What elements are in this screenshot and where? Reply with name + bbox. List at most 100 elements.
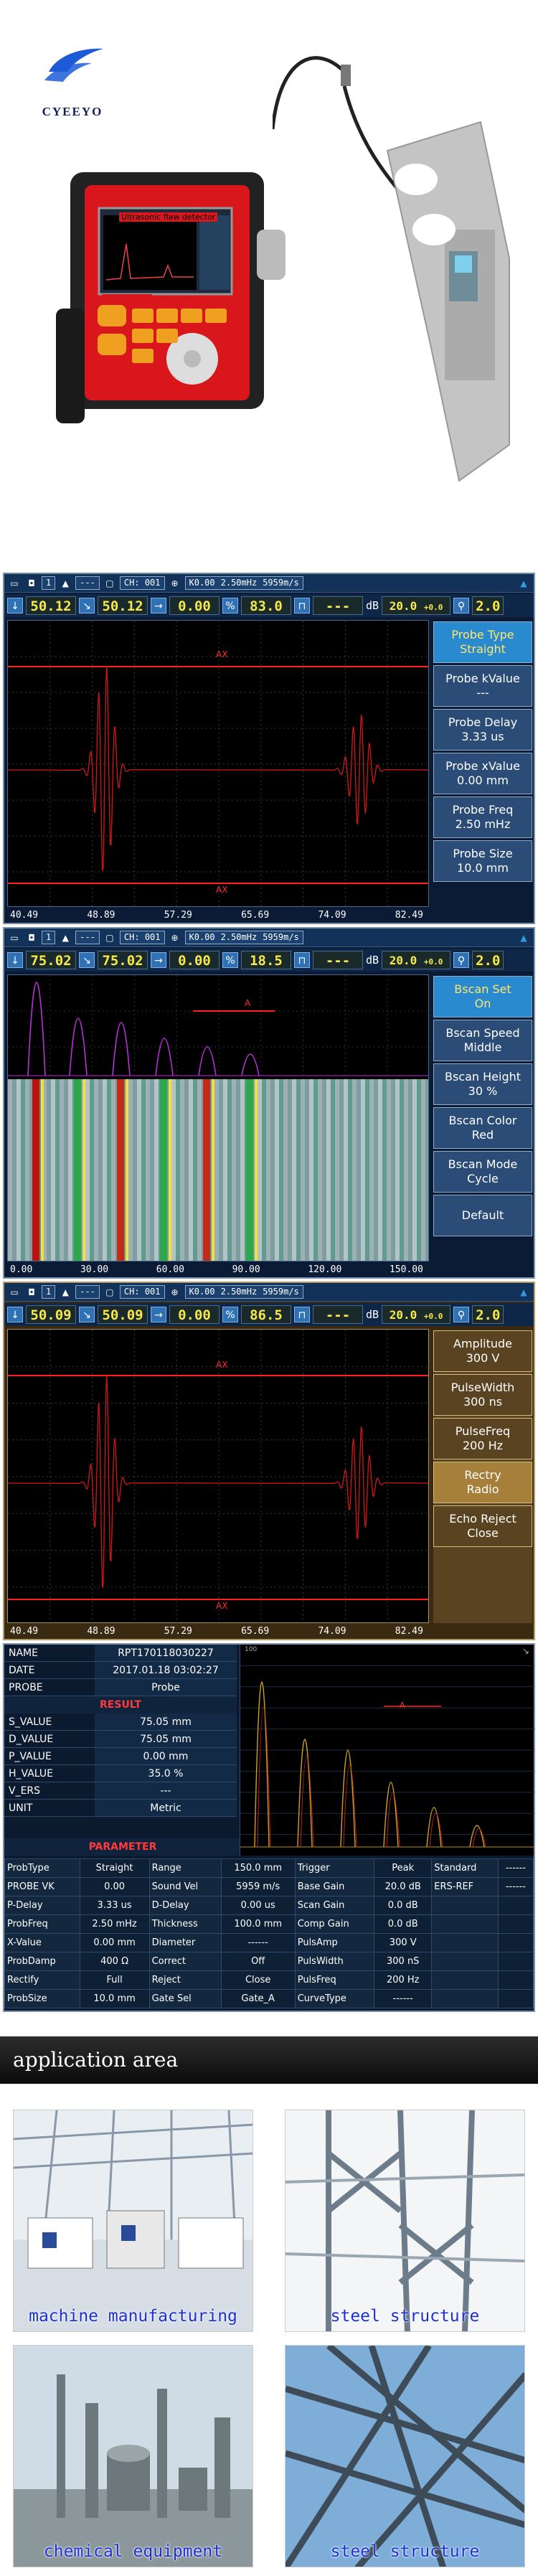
x-axis: 40.49 48.89 57.29 65.69 74.09 82.49 bbox=[4, 1626, 429, 1639]
menu-bscan-height[interactable]: Bscan Height 30 % bbox=[433, 1063, 532, 1105]
readout-s: 50.09 bbox=[26, 1305, 76, 1324]
result-row: D_VALUE 75.05 mm bbox=[4, 1731, 237, 1748]
readout-ers: --- bbox=[313, 596, 363, 615]
battery-icon: ▭ bbox=[10, 1287, 19, 1297]
tick-label: 57.29 bbox=[164, 1626, 192, 1637]
echo-peak bbox=[297, 1739, 313, 1848]
page-count: 1 bbox=[42, 1285, 56, 1299]
menu-bscan-set[interactable]: Bscan Set On bbox=[433, 976, 532, 1017]
menu-echo-reject[interactable]: Echo Reject Close bbox=[433, 1505, 532, 1547]
tick-label: 82.49 bbox=[395, 1626, 423, 1637]
parameter-value: 5959 m/s bbox=[220, 1877, 296, 1896]
tick-label: 40.49 bbox=[10, 1626, 39, 1637]
bscan-column bbox=[146, 1079, 150, 1261]
bscan-column bbox=[326, 1079, 331, 1261]
bscan-column bbox=[352, 1079, 357, 1261]
diagonal-icon: ↘ bbox=[79, 598, 95, 614]
parameter-row: PROBE VK 0.00 Sound Vel 5959 m/s Base Gain 20… bbox=[4, 1877, 534, 1896]
echo-peak bbox=[241, 1053, 260, 1076]
parameter-name: ProbType bbox=[4, 1858, 80, 1878]
tick-label: 40.49 bbox=[10, 910, 39, 921]
device-screen-title: Ultrasonic flaw detector bbox=[119, 212, 218, 222]
probe-velocity: 5959m/s bbox=[263, 932, 299, 942]
probe-velocity: 5959m/s bbox=[263, 578, 299, 588]
readout-h: 18.5 bbox=[241, 951, 291, 969]
photo-caption: machine manufacturing bbox=[29, 2307, 237, 2326]
expand-icon[interactable]: ↘ bbox=[522, 1646, 529, 1656]
up-arrow-icon: ▲ bbox=[520, 578, 527, 588]
parameter-value: Off bbox=[220, 1952, 296, 1971]
parameter-value: 0.00 us bbox=[220, 1896, 296, 1915]
parameter-name: Base Gain bbox=[294, 1877, 375, 1896]
tick-label: 90.00 bbox=[232, 1264, 260, 1275]
parameter-value: 300 V bbox=[374, 1933, 433, 1952]
bscan-column bbox=[374, 1079, 378, 1261]
menu-bscan-speed[interactable]: Bscan Speed Middle bbox=[433, 1020, 532, 1061]
menu-pulse-freq[interactable]: PulseFreq 200 Hz bbox=[433, 1418, 532, 1459]
brand-logo bbox=[42, 43, 108, 86]
diagonal-icon: ↘ bbox=[79, 1307, 95, 1322]
parameter-value bbox=[497, 1933, 534, 1952]
probe-illustration bbox=[270, 43, 531, 502]
parameter-value: 0.00 bbox=[79, 1877, 150, 1896]
result-row: V_ERS --- bbox=[4, 1782, 237, 1800]
bscan-column bbox=[296, 1079, 301, 1261]
bscan-column bbox=[150, 1079, 154, 1261]
parameter-name: Gate Sel bbox=[148, 1989, 222, 2008]
bscan-column bbox=[404, 1079, 408, 1261]
percent-icon: % bbox=[222, 598, 238, 614]
bscan-column bbox=[223, 1079, 227, 1261]
down-arrow-icon: ↓ bbox=[7, 952, 23, 968]
parameter-value: 150.0 mm bbox=[220, 1858, 296, 1878]
readout-bar: ↓ 75.02 ↘ 75.02 → 0.00 % 18.5 ⊓ --- dB 2… bbox=[4, 949, 534, 972]
y-tick-label: 100 bbox=[245, 1646, 258, 1653]
bscan-echo-band bbox=[32, 1079, 39, 1261]
bscan-column bbox=[180, 1079, 184, 1261]
parameter-value: Close bbox=[220, 1970, 296, 1990]
menu-amplitude[interactable]: Amplitude 300 V bbox=[433, 1330, 532, 1372]
parameter-row: Rectify Full Reject Close PulsFreq 200 Hz bbox=[4, 1970, 534, 1990]
bscan-column bbox=[391, 1079, 395, 1261]
gate-label-top: AX bbox=[216, 1360, 228, 1370]
bscan-column bbox=[128, 1079, 133, 1261]
menu-probe-type[interactable]: Probe Type Straight bbox=[433, 621, 532, 663]
ascan-panel-pulse: ▭ ◘ 1 ▲ --- ▢ CH: 001 ⊕ K0.00 2.50mHz 5959… bbox=[3, 1282, 535, 1640]
gain-value: 20.0 +0.0 bbox=[382, 951, 451, 969]
parameter-name: PulsWidth bbox=[294, 1952, 375, 1971]
probe-k: K0.00 bbox=[189, 1287, 215, 1297]
report-echo-chart: A 100 ↘ bbox=[240, 1645, 534, 1856]
parameter-name: PulsAmp bbox=[294, 1933, 375, 1952]
menu-rectify[interactable]: Rectry Radio bbox=[433, 1462, 532, 1503]
menu-probe-xvalue[interactable]: Probe xValue 0.00 mm bbox=[433, 753, 532, 794]
bscan-column bbox=[60, 1079, 64, 1261]
readout-ers: --- bbox=[313, 1305, 363, 1324]
menu-default[interactable]: Default bbox=[433, 1195, 532, 1236]
parameter-name: D-Delay bbox=[148, 1896, 222, 1915]
menu-bscan-mode[interactable]: Bscan Mode Cycle bbox=[433, 1151, 532, 1193]
menu-probe-kvalue[interactable]: Probe kValue --- bbox=[433, 665, 532, 707]
report-info-row: DATE 2017.01.18 03:02:27 bbox=[4, 1662, 237, 1679]
bscan-column bbox=[227, 1079, 232, 1261]
gate-icon: ⊓ bbox=[294, 598, 310, 614]
echo-peak bbox=[340, 1749, 356, 1848]
bscan-column bbox=[361, 1079, 365, 1261]
bscan-column bbox=[85, 1079, 90, 1261]
parameter-name bbox=[431, 1952, 499, 1971]
parameter-value: 3.33 us bbox=[79, 1896, 150, 1915]
person-icon: ⚲ bbox=[453, 598, 470, 614]
menu-probe-freq[interactable]: Probe Freq 2.50 mHz bbox=[433, 796, 532, 838]
bscan-column bbox=[55, 1079, 60, 1261]
gate-icon: ⊓ bbox=[294, 1307, 310, 1322]
menu-probe-size[interactable]: Probe Size 10.0 mm bbox=[433, 840, 532, 882]
parameter-name bbox=[431, 1989, 499, 2008]
menu-pulse-width[interactable]: PulseWidth 300 ns bbox=[433, 1374, 532, 1416]
menu-probe-delay[interactable]: Probe Delay 3.33 us bbox=[433, 709, 532, 751]
bscan-column bbox=[64, 1079, 68, 1261]
bscan-column bbox=[90, 1079, 94, 1261]
bscan-column bbox=[12, 1079, 16, 1261]
step-value: 2.0 bbox=[472, 596, 504, 615]
probe-params: K0.00 2.50mHz 5959m/s bbox=[184, 576, 303, 590]
menu-bscan-color[interactable]: Bscan Color Red bbox=[433, 1107, 532, 1149]
bscan-display: A bbox=[7, 974, 429, 1261]
bscan-echo-band bbox=[203, 1079, 210, 1261]
